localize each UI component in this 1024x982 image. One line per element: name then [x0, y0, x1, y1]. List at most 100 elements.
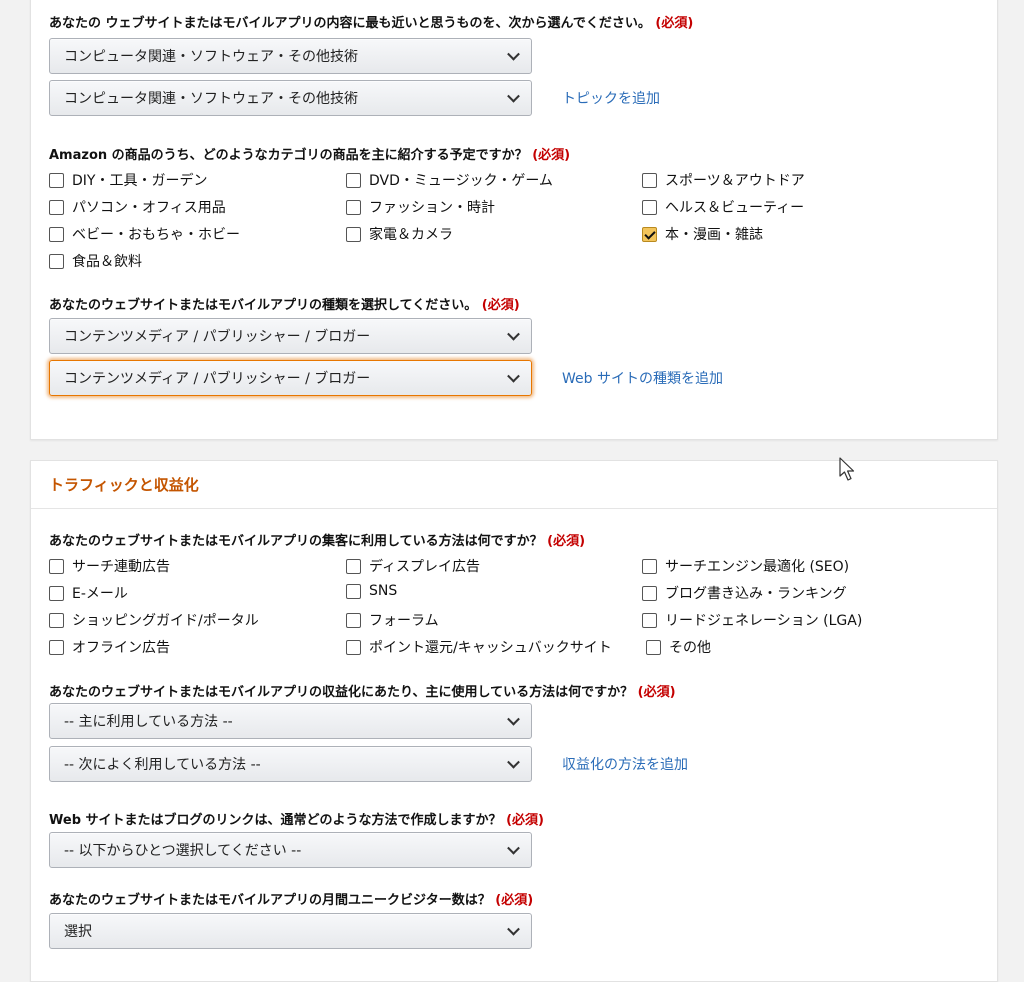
add-monetization-link[interactable]: 収益化の方法を追加	[562, 754, 688, 774]
traffic-checkbox-forum[interactable]: フォーラム	[346, 610, 439, 630]
question-category: Amazon の商品のうち、どのようなカテゴリの商品を主に紹介する予定ですか？ …	[49, 144, 570, 163]
checkbox-label: フォーラム	[369, 613, 439, 629]
category-checkbox-electronics[interactable]: 家電＆カメラ	[346, 224, 453, 244]
site-type-select-secondary[interactable]: コンテンツメディア / パブリッシャー / ブロガー	[49, 360, 532, 396]
traffic-checkbox-blog[interactable]: ブログ書き込み・ランキング	[642, 583, 847, 603]
monetization-select-primary[interactable]: -- 主に利用している方法 --	[49, 703, 532, 739]
links-method-select[interactable]: -- 以下からひとつ選択してください --	[49, 832, 532, 868]
traffic-checkbox-other[interactable]: その他	[646, 637, 711, 657]
checkbox-icon	[346, 199, 361, 215]
checkbox-icon	[49, 639, 64, 655]
chevron-down-icon	[507, 327, 520, 341]
question-topic-text: あなたの ウェブサイトまたはモバイルアプリの内容に最も近いと思うものを、次から選…	[49, 16, 651, 31]
checkbox-icon	[49, 253, 64, 269]
traffic-checkbox-seo[interactable]: サーチエンジン最適化 (SEO)	[642, 556, 849, 576]
checkbox-icon	[642, 585, 657, 601]
category-checkbox-health[interactable]: ヘルス＆ビューティー	[642, 197, 804, 217]
question-site-type-text: あなたのウェブサイトまたはモバイルアプリの種類を選択してください。	[49, 298, 478, 313]
checkbox-icon	[49, 172, 64, 188]
traffic-monetization-card: トラフィックと収益化 あなたのウェブサイトまたはモバイルアプリの集客に利用してい…	[30, 460, 998, 982]
required-label: (必須)	[506, 813, 544, 828]
required-label: (必須)	[655, 16, 694, 31]
website-profile-card: あなたの ウェブサイトまたはモバイルアプリの内容に最も近いと思うものを、次から選…	[30, 0, 998, 440]
checkbox-label: DVD・ミュージック・ゲーム	[369, 173, 553, 189]
checkbox-icon	[346, 639, 361, 655]
traffic-checkbox-lga[interactable]: リードジェネレーション (LGA)	[642, 610, 862, 630]
checkbox-icon	[49, 226, 64, 242]
add-site-type-link[interactable]: Web サイトの種類を追加	[562, 368, 723, 388]
checkbox-label: パソコン・オフィス用品	[72, 200, 226, 216]
required-label: (必須)	[481, 298, 520, 313]
traffic-checkbox-offline-ads[interactable]: オフライン広告	[49, 637, 170, 657]
topic-select-secondary-value: コンピュータ関連・ソフトウェア・その他技術	[64, 91, 358, 107]
checkbox-label: ディスプレイ広告	[369, 559, 481, 575]
required-label: (必須)	[637, 685, 676, 700]
checkbox-icon	[646, 639, 661, 655]
monetization-select-secondary[interactable]: -- 次によく利用している方法 --	[49, 746, 532, 782]
category-checkbox-pc[interactable]: パソコン・オフィス用品	[49, 197, 226, 217]
topic-select-secondary[interactable]: コンピュータ関連・ソフトウェア・その他技術	[49, 80, 532, 116]
checkbox-label: 家電＆カメラ	[369, 227, 453, 243]
checkbox-icon	[346, 612, 361, 628]
checkbox-label: DIY・工具・ガーデン	[72, 173, 208, 189]
site-type-select-secondary-value: コンテンツメディア / パブリッシャー / ブロガー	[64, 371, 371, 387]
category-checkbox-fashion[interactable]: ファッション・時計	[346, 197, 495, 217]
mouse-pointer-icon	[839, 457, 855, 481]
checkbox-icon	[49, 558, 64, 574]
checkbox-label: リードジェネレーション (LGA)	[665, 613, 863, 629]
topic-select-primary-value: コンピュータ関連・ソフトウェア・その他技術	[64, 49, 358, 65]
add-topic-link[interactable]: トピックを追加	[562, 88, 660, 108]
category-checkbox-dvd[interactable]: DVD・ミュージック・ゲーム	[346, 170, 553, 190]
checkbox-icon	[346, 226, 361, 242]
category-checkbox-sports[interactable]: スポーツ＆アウトドア	[642, 170, 805, 190]
traffic-checkbox-cashback[interactable]: ポイント還元/キャッシュバックサイト	[346, 637, 612, 657]
checkbox-checked-icon	[642, 226, 657, 242]
checkbox-label: ポイント還元/キャッシュバックサイト	[369, 640, 612, 656]
chevron-down-icon	[507, 712, 520, 726]
traffic-checkbox-display-ads[interactable]: ディスプレイ広告	[346, 556, 480, 576]
required-label: (必須)	[495, 893, 534, 908]
category-checkbox-baby[interactable]: ベビー・おもちゃ・ホビー	[49, 224, 240, 244]
chevron-down-icon	[507, 922, 520, 936]
checkbox-icon	[642, 612, 657, 628]
checkbox-label: ヘルス＆ビューティー	[665, 200, 805, 216]
traffic-checkbox-shopping-guide[interactable]: ショッピングガイド/ポータル	[49, 610, 259, 630]
site-type-select-primary-value: コンテンツメディア / パブリッシャー / ブロガー	[64, 329, 371, 345]
required-label: (必須)	[547, 534, 586, 549]
chevron-down-icon	[507, 369, 520, 383]
site-type-select-primary[interactable]: コンテンツメディア / パブリッシャー / ブロガー	[49, 318, 532, 354]
checkbox-label: サーチエンジン最適化 (SEO)	[665, 559, 850, 575]
question-monetization-text: あなたのウェブサイトまたはモバイルアプリの収益化にあたり、主に使用している方法は…	[49, 685, 634, 700]
question-traffic-text: あなたのウェブサイトまたはモバイルアプリの集客に利用している方法は何ですか？	[49, 534, 543, 549]
question-visitors-text: あなたのウェブサイトまたはモバイルアプリの月間ユニークビジター数は？	[49, 893, 491, 908]
checkbox-label: 食品＆飲料	[72, 254, 142, 270]
chevron-down-icon	[507, 47, 520, 61]
checkbox-icon	[642, 172, 657, 188]
question-site-type: あなたのウェブサイトまたはモバイルアプリの種類を選択してください。 (必須)	[49, 294, 520, 313]
question-visitors: あなたのウェブサイトまたはモバイルアプリの月間ユニークビジター数は？ (必須)	[49, 889, 533, 908]
links-method-select-value: -- 以下からひとつ選択してください --	[64, 843, 302, 859]
checkbox-icon	[642, 558, 657, 574]
checkbox-label: オフライン広告	[72, 640, 170, 656]
checkbox-label: ブログ書き込み・ランキング	[665, 586, 847, 602]
chevron-down-icon	[507, 89, 520, 103]
checkbox-label: スポーツ＆アウトドア	[665, 173, 805, 189]
checkbox-label: 本・漫画・雑誌	[665, 227, 763, 243]
checkbox-label: その他	[669, 640, 711, 656]
monetization-select-secondary-value: -- 次によく利用している方法 --	[64, 757, 261, 773]
checkbox-label: SNS	[369, 583, 398, 599]
traffic-checkbox-email[interactable]: E-メール	[49, 583, 128, 603]
visitors-select[interactable]: 選択	[49, 913, 532, 949]
checkbox-label: サーチ連動広告	[72, 559, 170, 575]
traffic-checkbox-search-ads[interactable]: サーチ連動広告	[49, 556, 170, 576]
chevron-down-icon	[507, 755, 520, 769]
checkbox-icon	[49, 585, 64, 601]
category-checkbox-food[interactable]: 食品＆飲料	[49, 251, 142, 271]
question-topic: あなたの ウェブサイトまたはモバイルアプリの内容に最も近いと思うものを、次から選…	[49, 12, 693, 31]
traffic-checkbox-sns[interactable]: SNS	[346, 583, 397, 599]
topic-select-primary[interactable]: コンピュータ関連・ソフトウェア・その他技術	[49, 38, 532, 74]
category-checkbox-diy[interactable]: DIY・工具・ガーデン	[49, 170, 207, 190]
category-checkbox-books[interactable]: 本・漫画・雑誌	[642, 224, 763, 244]
required-label: (必須)	[532, 148, 571, 163]
question-monetization: あなたのウェブサイトまたはモバイルアプリの収益化にあたり、主に使用している方法は…	[49, 681, 676, 700]
